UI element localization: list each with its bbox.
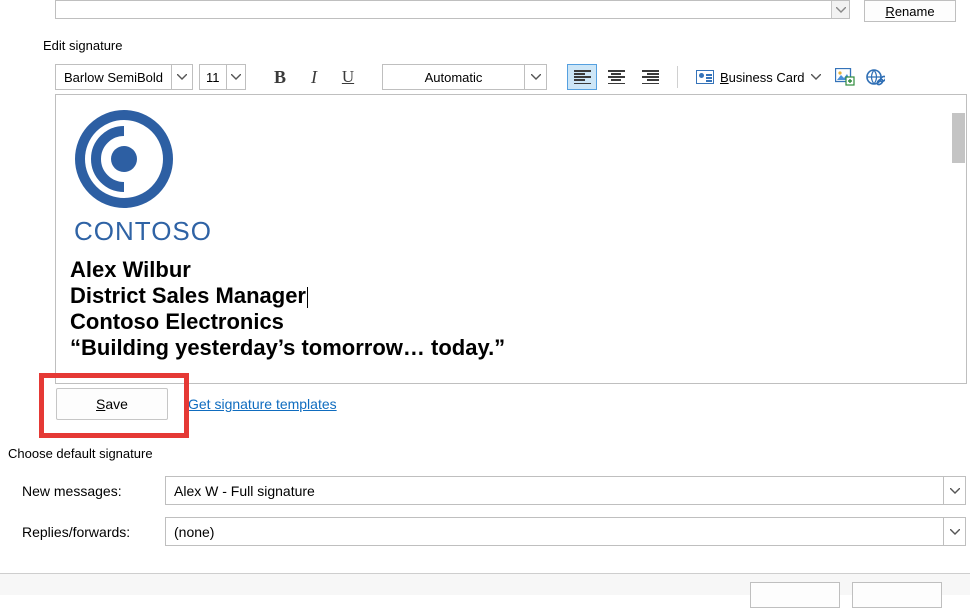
new-messages-value: Alex W - Full signature <box>166 483 943 499</box>
dialog-button-1[interactable] <box>750 582 840 608</box>
chevron-down-icon[interactable] <box>171 65 191 89</box>
font-color-select[interactable]: Automatic <box>382 64 547 90</box>
insert-hyperlink-button[interactable] <box>863 65 887 89</box>
signature-editor[interactable]: CONTOSO Alex Wilbur District Sales Manag… <box>55 94 967 384</box>
chevron-down-icon[interactable] <box>943 518 965 545</box>
business-card-button[interactable]: Business Card <box>690 64 827 90</box>
sig-title: District Sales Manager <box>70 283 952 309</box>
new-messages-label: New messages: <box>20 483 155 499</box>
scrollbar-thumb[interactable] <box>952 113 965 163</box>
chevron-down-icon <box>811 74 821 80</box>
format-toolbar: Barlow SemiBold 11 B I U Automatic Busi <box>55 62 965 92</box>
font-size-value: 11 <box>200 70 226 85</box>
choose-default-label: Choose default signature <box>8 446 153 461</box>
rename-button[interactable]: Rename <box>864 0 956 22</box>
sig-name: Alex Wilbur <box>70 257 952 283</box>
replies-forwards-label: Replies/forwards: <box>20 524 155 540</box>
font-family-value: Barlow SemiBold <box>56 70 171 85</box>
replies-forwards-select[interactable]: (none) <box>165 517 966 546</box>
logo-text: CONTOSO <box>74 216 952 247</box>
align-center-button[interactable] <box>601 64 631 90</box>
chevron-down-icon[interactable] <box>943 477 965 504</box>
chevron-down-icon[interactable] <box>226 65 246 89</box>
business-card-icon <box>696 70 714 84</box>
insert-picture-button[interactable] <box>833 65 857 89</box>
save-button[interactable]: Save <box>56 388 168 420</box>
edit-signature-label: Edit signature <box>43 38 123 53</box>
italic-button[interactable]: I <box>300 64 328 90</box>
align-group <box>567 64 665 90</box>
sig-company: Contoso Electronics <box>70 309 952 335</box>
contoso-logo: CONTOSO <box>74 109 952 247</box>
font-color-value: Automatic <box>383 70 524 85</box>
replies-forwards-value: (none) <box>166 524 943 540</box>
underline-button[interactable]: U <box>334 64 362 90</box>
font-size-select[interactable]: 11 <box>199 64 246 90</box>
dialog-button-2[interactable] <box>852 582 942 608</box>
bold-button[interactable]: B <box>266 64 294 90</box>
text-caret <box>307 287 308 308</box>
get-templates-link[interactable]: Get signature templates <box>188 396 337 412</box>
chevron-down-icon[interactable] <box>831 1 849 18</box>
sig-tagline: “Building yesterday’s tomorrow… today.” <box>70 335 952 361</box>
align-left-button[interactable] <box>567 64 597 90</box>
font-family-select[interactable]: Barlow SemiBold <box>55 64 193 90</box>
chevron-down-icon[interactable] <box>524 65 546 89</box>
align-right-button[interactable] <box>635 64 665 90</box>
new-messages-select[interactable]: Alex W - Full signature <box>165 476 966 505</box>
signature-name-select[interactable] <box>55 0 850 19</box>
